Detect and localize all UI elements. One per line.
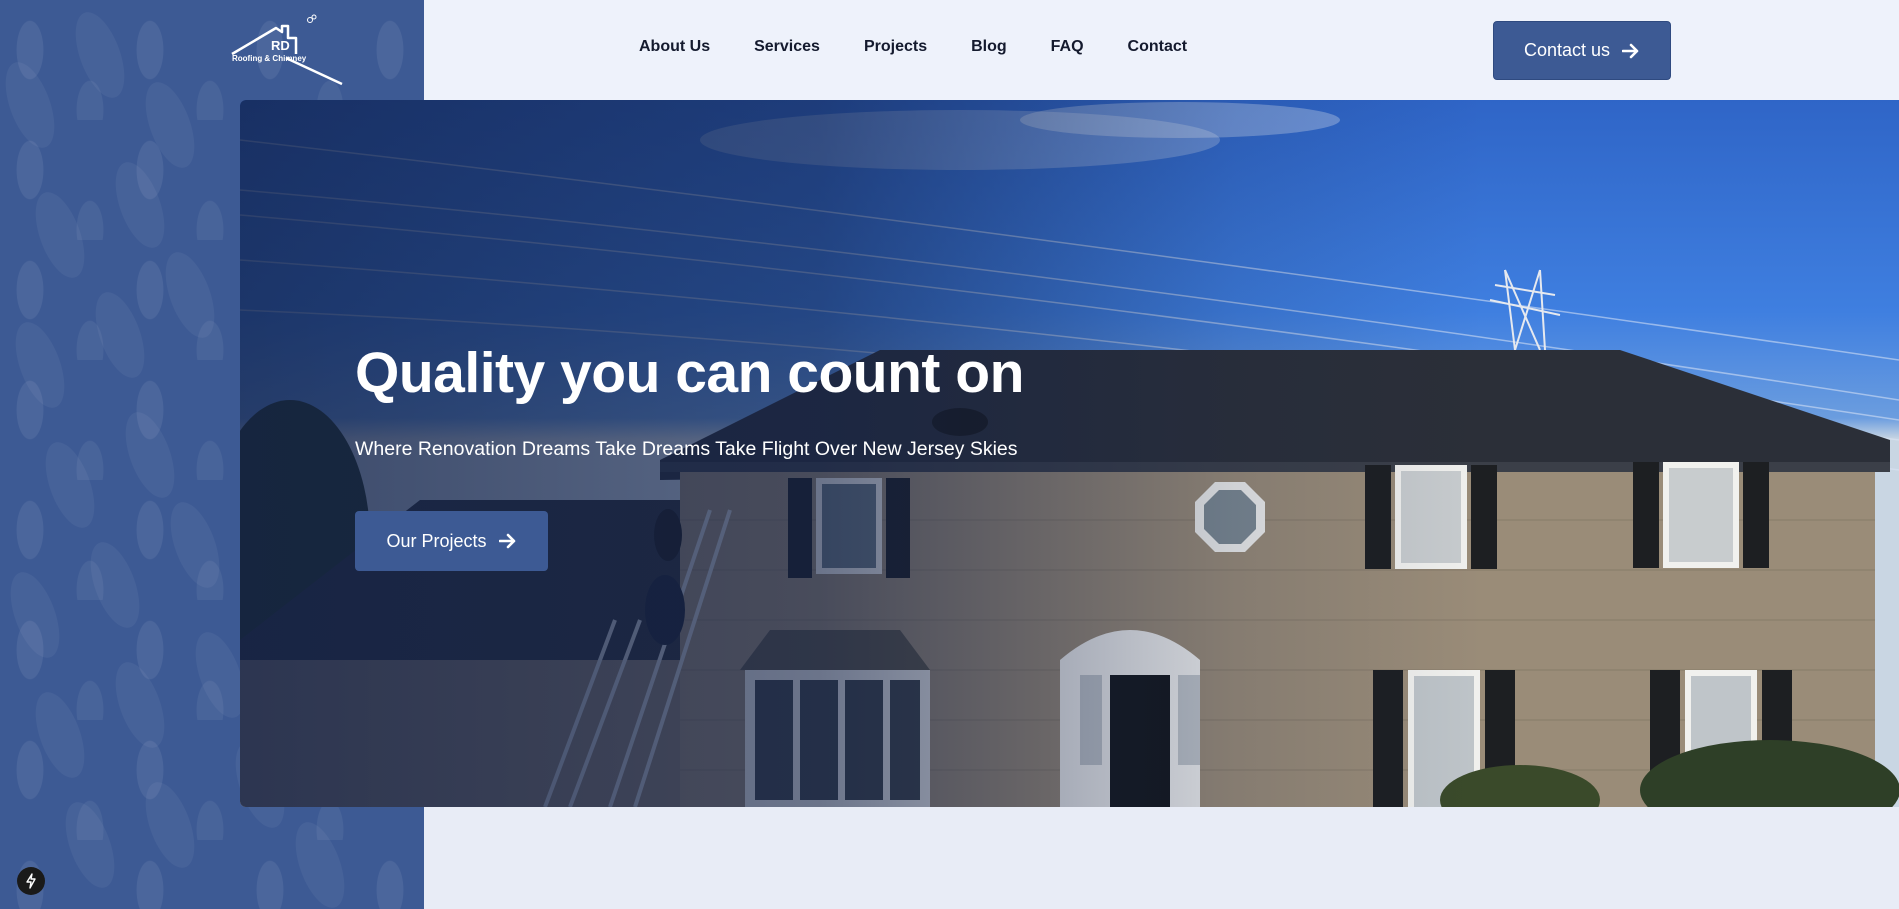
- lightning-bolt-icon[interactable]: [17, 867, 45, 895]
- page-background: [424, 808, 1899, 909]
- hero-section: Quality you can count on Where Renovatio…: [240, 100, 1899, 807]
- nav-item-services[interactable]: Services: [754, 38, 820, 56]
- logo[interactable]: RD Roofing & Chimney: [230, 14, 345, 86]
- our-projects-label: Our Projects: [386, 530, 487, 551]
- hero-subtitle: Where Renovation Dreams Take Dreams Take…: [355, 438, 1018, 460]
- arrow-right-icon: [498, 533, 517, 549]
- main-nav: About Us Services Projects Blog FAQ Cont…: [639, 38, 1187, 56]
- logo-mark: RD: [271, 38, 290, 53]
- hero-title: Quality you can count on: [355, 341, 1024, 405]
- nav-item-projects[interactable]: Projects: [864, 38, 927, 56]
- contact-us-label: Contact us: [1523, 40, 1611, 60]
- nav-item-faq[interactable]: FAQ: [1051, 38, 1084, 56]
- arrow-right-icon: [1622, 43, 1640, 59]
- nav-item-about-us[interactable]: About Us: [639, 38, 710, 56]
- contact-us-button[interactable]: Contact us: [1493, 21, 1671, 80]
- nav-item-blog[interactable]: Blog: [971, 38, 1007, 56]
- our-projects-button[interactable]: Our Projects: [355, 511, 548, 571]
- nav-item-contact[interactable]: Contact: [1128, 38, 1188, 56]
- logo-subtitle: Roofing & Chimney: [232, 54, 307, 63]
